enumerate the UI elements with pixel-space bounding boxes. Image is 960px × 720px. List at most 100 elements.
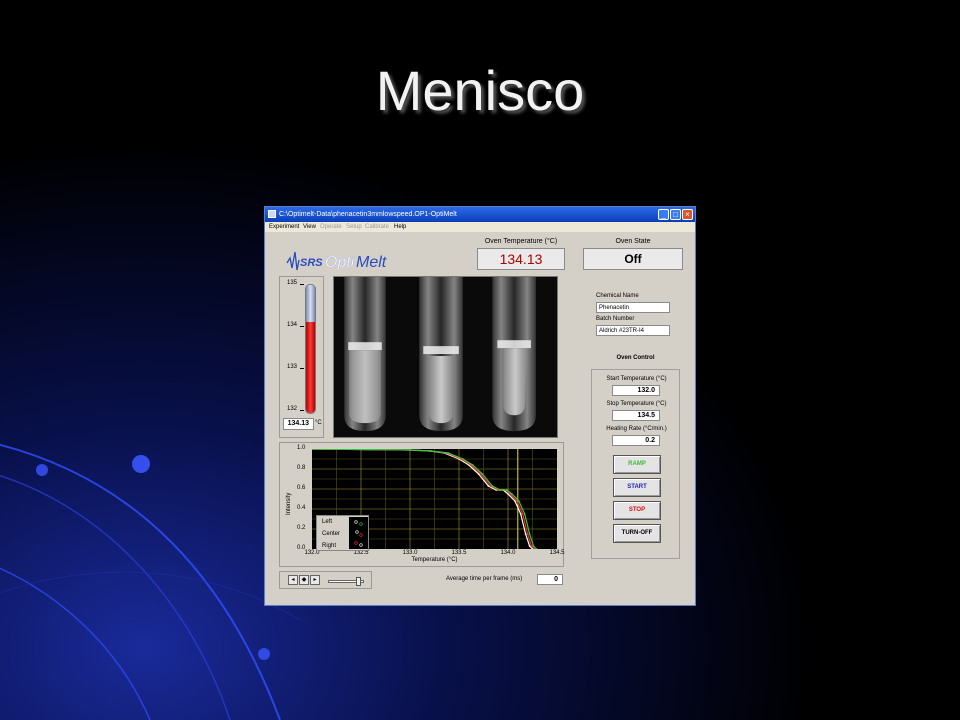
x-axis-label: Temperature (°C): [411, 557, 458, 563]
thermometer-tube: [305, 284, 316, 414]
turn-off-button[interactable]: TURN-OFF: [613, 524, 661, 543]
y-tick-label: 0.6: [297, 485, 306, 491]
oven-control-panel: Start Temperature (°C) 132.0 Stop Temper…: [591, 369, 680, 559]
thermo-tick-label: 134: [287, 322, 298, 328]
start-temperature-label: Start Temperature (°C): [606, 376, 667, 382]
frame-time-label: Average time per frame (ms): [446, 576, 523, 582]
menu-calibrate[interactable]: Calibrate: [365, 222, 389, 232]
stop-button[interactable]: STOP: [613, 501, 661, 520]
y-tick-label: 0.8: [297, 465, 306, 471]
toggle-play-button[interactable]: ◆: [299, 575, 309, 585]
thermo-tick-mark: [300, 326, 304, 327]
x-tick-label: 133.0: [402, 550, 418, 556]
menu-operate[interactable]: Operate: [320, 222, 342, 232]
series-point: [523, 513, 526, 515]
series-point: [499, 489, 502, 491]
series-point: [532, 545, 535, 547]
thermo-tick-mark: [300, 368, 304, 369]
close-button[interactable]: ×: [682, 209, 693, 220]
window-title: C:\Optimelt-Data\phenacetin3mmlowspeed.O…: [279, 211, 457, 218]
series-point: [312, 449, 313, 450]
window-titlebar[interactable]: C:\Optimelt-Data\phenacetin3mmlowspeed.O…: [265, 207, 695, 222]
thermometer-fill: [306, 322, 315, 413]
y-tick-label: 1.0: [297, 445, 306, 451]
series-point: [511, 493, 513, 495]
stop-temperature-field[interactable]: 134.5: [612, 410, 660, 421]
menu-setup[interactable]: Setup: [346, 222, 362, 232]
stop-temperature-label: Stop Temperature (°C): [606, 401, 667, 407]
step-back-button[interactable]: ◂: [288, 575, 298, 585]
series-point: [528, 533, 531, 535]
thermo-tick-label: 133: [287, 364, 298, 370]
legend-left: Left: [322, 519, 333, 525]
thermometer-empty: [306, 285, 315, 323]
minimize-button[interactable]: _: [658, 209, 669, 220]
frame-time-field: 0: [537, 574, 563, 585]
series-point: [487, 485, 490, 487]
maximize-button[interactable]: □: [670, 209, 681, 220]
capillary-video: [333, 276, 558, 438]
legend-swatches: [349, 517, 368, 549]
batch-number-field[interactable]: Aldrich #23TR-I4: [596, 325, 670, 336]
logo-product-b: Melt: [356, 254, 387, 271]
y-axis-label: Intensity: [286, 492, 292, 515]
batch-number-label: Batch Number: [596, 316, 635, 322]
menu-help[interactable]: Help: [394, 222, 406, 232]
chemical-name-label: Chemical Name: [596, 293, 639, 299]
heating-rate-label: Heating Rate (°C/min.): [606, 426, 667, 432]
series-point: [409, 449, 411, 451]
x-tick-label: 133.5: [451, 550, 467, 556]
heating-rate-field[interactable]: 0.2: [612, 435, 660, 446]
oven-state-label: Oven State: [615, 238, 651, 245]
legend-right: Right: [322, 543, 337, 549]
optimelt-window: C:\Optimelt-Data\phenacetin3mmlowspeed.O…: [264, 206, 696, 606]
capillary-tube-left: [344, 277, 386, 432]
series-point: [430, 450, 433, 452]
start-temperature-field[interactable]: 132.0: [612, 385, 660, 396]
y-tick-label: 0.4: [297, 505, 306, 511]
thermometer-unit: °C: [315, 420, 322, 426]
y-tick-label: 0.2: [297, 525, 306, 531]
ramp-button[interactable]: RAMP: [613, 455, 661, 474]
x-tick-label: 134.5: [549, 550, 565, 556]
series-point: [481, 473, 484, 475]
srs-optimelt-logo: SRS Opti Melt: [286, 251, 387, 271]
thermometer-panel: 135 134 133 132 134.13 °C: [279, 276, 324, 438]
start-button[interactable]: START: [613, 478, 661, 497]
series-point: [528, 545, 531, 547]
series-point: [471, 464, 474, 466]
playback-slider[interactable]: [328, 577, 364, 586]
series-point: [506, 489, 508, 491]
thermometer-readout: 134.13: [283, 418, 314, 430]
app-icon: [268, 210, 276, 218]
playback-controls: ◂ ◆ ▸: [279, 571, 372, 589]
series-point: [526, 533, 529, 535]
menu-experiment[interactable]: Experiment: [269, 222, 299, 232]
legend-center: Center: [322, 531, 341, 537]
menu-view[interactable]: View: [303, 222, 316, 232]
series-point: [360, 449, 362, 451]
thermo-tick-mark: [300, 284, 304, 285]
playback-slider-knob[interactable]: [356, 577, 361, 586]
series-point: [530, 545, 533, 547]
oven-state-display: Off: [583, 248, 683, 270]
thermo-tick-mark: [300, 410, 304, 411]
thermo-tick-label: 135: [287, 280, 298, 286]
step-forward-button[interactable]: ▸: [310, 575, 320, 585]
menu-bar: Experiment View Operate Setup Calibrate …: [265, 222, 695, 232]
series-point: [524, 533, 527, 535]
oven-control-label: Oven Control: [616, 355, 655, 361]
main-panel: SRS Opti Melt Oven Temperature (°C) 134.…: [265, 232, 695, 605]
logo-brand: SRS: [300, 257, 323, 269]
series-point: [462, 458, 464, 460]
x-tick-label: 134.0: [500, 550, 516, 556]
chemical-name-field[interactable]: Phenacetin: [596, 302, 670, 313]
series-point: [519, 513, 522, 515]
series-point: [521, 513, 524, 515]
series-point: [491, 485, 494, 487]
oven-temperature-label: Oven Temperature (°C): [484, 238, 558, 245]
series-point: [447, 452, 450, 454]
intensity-plot-panel: 0.0 0.2 0.4 0.6 0.8 1.0 132.0 132.5 133.0 133.5 1…: [279, 442, 565, 567]
capillary-tube-center: [419, 277, 463, 432]
thermo-tick-label: 132: [287, 406, 298, 412]
